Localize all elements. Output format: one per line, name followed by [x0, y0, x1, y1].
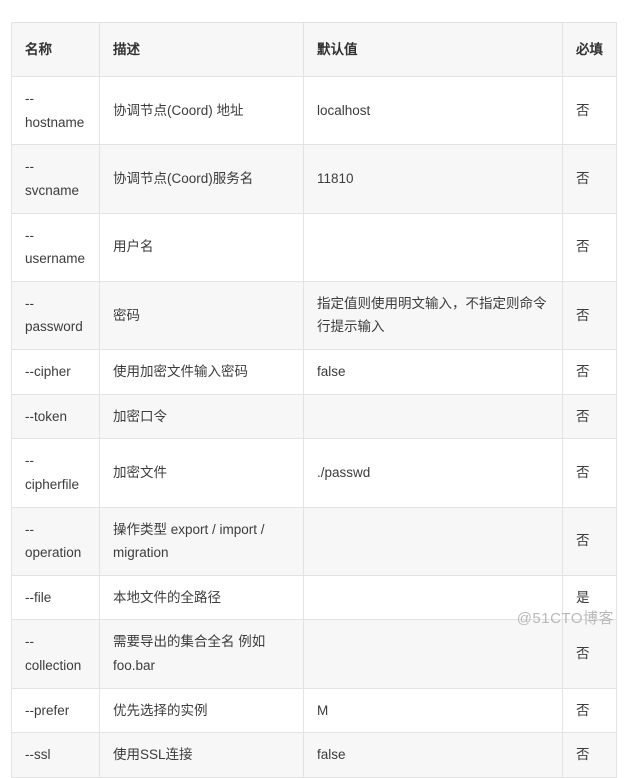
table-body: --hostname 协调节点(Coord) 地址 localhost 否 --svcn…: [11, 75, 617, 778]
param-description: 需要导出的集合全名 例如 foo.bar: [99, 619, 304, 689]
param-name: --collection: [11, 619, 100, 689]
param-required: 否: [562, 75, 617, 146]
table-row: --ssl 使用SSL连接 false 否: [11, 732, 617, 778]
column-header-required: 必填: [562, 22, 617, 77]
param-description: 加密文件: [99, 438, 304, 508]
table-row: --cipher 使用加密文件输入密码 false 否: [11, 349, 617, 395]
param-default-value: M: [303, 687, 563, 734]
param-default-value: ./passwd: [303, 438, 563, 508]
param-default-value: localhost: [303, 75, 563, 146]
table-row: --operation 操作类型 export / import / migrat…: [11, 506, 617, 576]
param-description: 使用SSL连接: [99, 732, 304, 778]
param-required: 否: [562, 349, 617, 395]
param-name: --operation: [11, 506, 100, 576]
table-row: --collection 需要导出的集合全名 例如 foo.bar 否: [11, 619, 617, 689]
param-default-value: [303, 574, 563, 621]
param-name: --prefer: [11, 687, 100, 734]
param-description: 优先选择的实例: [99, 687, 304, 734]
table-row: --cipherfile 加密文件 ./passwd 否: [11, 438, 617, 508]
param-description: 使用加密文件输入密码: [99, 349, 304, 395]
table-row: --hostname 协调节点(Coord) 地址 localhost 否: [11, 75, 617, 146]
param-required: 否: [562, 687, 617, 734]
param-description: 协调节点(Coord)服务名: [99, 144, 304, 214]
param-required: 否: [562, 506, 617, 576]
param-name: --username: [11, 212, 100, 282]
param-name: --cipher: [11, 349, 100, 395]
param-name: --file: [11, 574, 100, 621]
param-default-value: [303, 619, 563, 689]
table-row: --prefer 优先选择的实例 M 否: [11, 687, 617, 734]
param-default-value: 指定值则使用明文输入，不指定则命令行提示输入: [303, 280, 563, 351]
param-default-value: false: [303, 732, 563, 778]
table-row: --username 用户名 否: [11, 212, 617, 282]
param-default-value: 11810: [303, 144, 563, 214]
param-default-value: [303, 393, 563, 440]
param-description: 协调节点(Coord) 地址: [99, 75, 304, 146]
table-header-row: 名称 描述 默认值 必填: [11, 22, 617, 77]
param-required: 是: [562, 574, 617, 621]
column-header-desc: 描述: [99, 22, 304, 77]
param-required: 否: [562, 280, 617, 351]
param-description: 操作类型 export / import / migration: [99, 506, 304, 576]
param-description: 加密口令: [99, 393, 304, 440]
table-row: --svcname 协调节点(Coord)服务名 11810 否: [11, 144, 617, 214]
param-name: --hostname: [11, 75, 100, 146]
table-row: --password 密码 指定值则使用明文输入，不指定则命令行提示输入否: [11, 280, 617, 351]
column-header-default: 默认值: [303, 22, 563, 77]
param-required: 否: [562, 212, 617, 282]
param-required: 否: [562, 438, 617, 508]
param-description: 本地文件的全路径: [99, 574, 304, 621]
param-description: 密码: [99, 280, 304, 351]
param-required: 否: [562, 732, 617, 778]
param-name: --svcname: [11, 144, 100, 214]
param-required: 否: [562, 393, 617, 440]
table-row: --file 本地文件的全路径 是: [11, 574, 617, 621]
table-header: 名称 描述 默认值 必填: [11, 22, 617, 77]
param-description: 用户名: [99, 212, 304, 282]
param-name: --password: [11, 280, 100, 351]
column-header-name: 名称: [11, 22, 100, 77]
param-required: 否: [562, 144, 617, 214]
param-name: --ssl: [11, 732, 100, 778]
table-row: --token 加密口令 否: [11, 393, 617, 440]
parameter-table-container: 名称 描述 默认值 必填 --hostname 协调节点(Coord) 地址 loc…: [11, 22, 617, 778]
param-name: --cipherfile: [11, 438, 100, 508]
parameter-table: 名称 描述 默认值 必填 --hostname 协调节点(Coord) 地址 loc…: [11, 22, 617, 778]
param-required: 否: [562, 619, 617, 689]
param-default-value: false: [303, 349, 563, 395]
param-default-value: [303, 506, 563, 576]
param-default-value: [303, 212, 563, 282]
param-name: --token: [11, 393, 100, 440]
